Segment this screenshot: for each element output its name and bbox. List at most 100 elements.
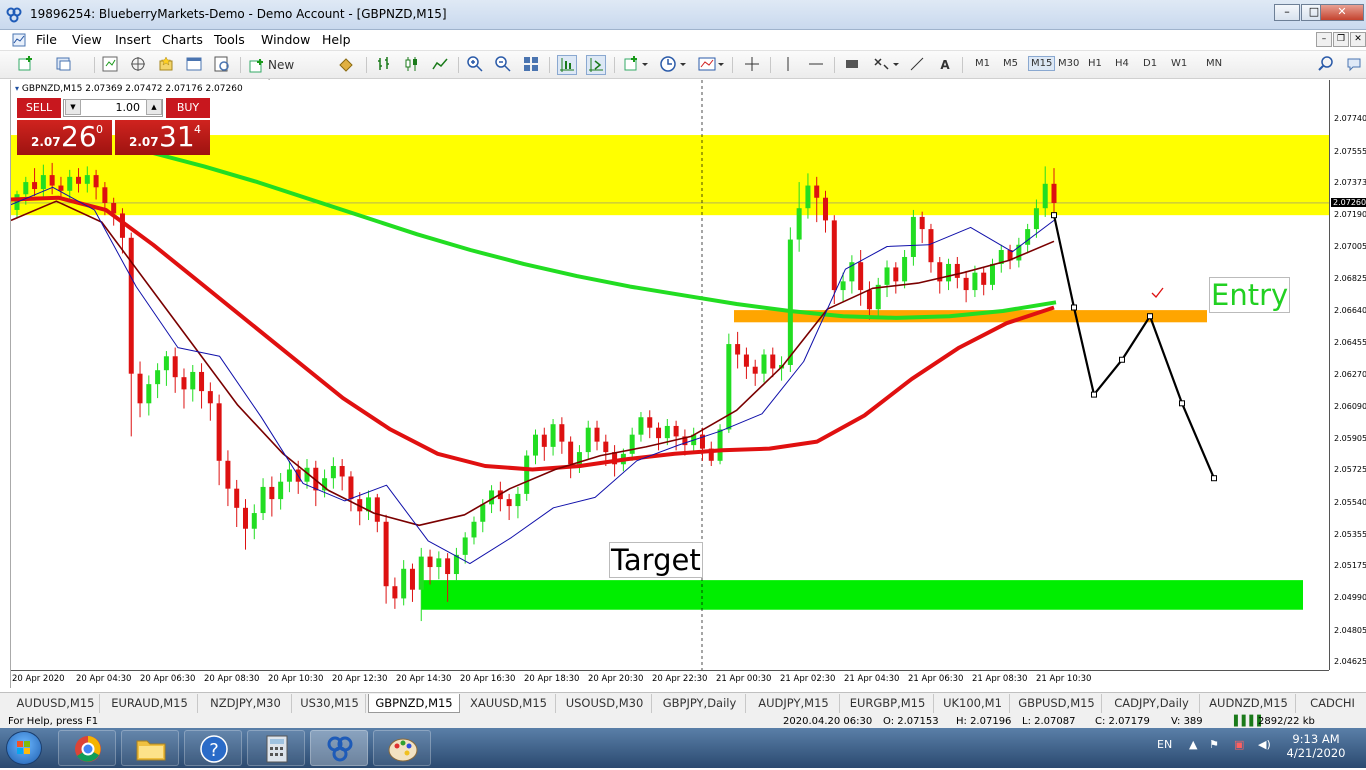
strategy-tester-icon[interactable] [212, 55, 232, 75]
horizontal-line-icon[interactable] [806, 55, 826, 75]
chart-tab[interactable]: US30,M15 [294, 694, 366, 713]
mdi-minimize-button[interactable]: – [1316, 32, 1332, 47]
chart-tab[interactable]: USOUSD,M30 [558, 694, 652, 713]
chrome-taskbar-icon[interactable] [58, 730, 116, 766]
entry-label[interactable]: Entry [1209, 277, 1291, 313]
chart-window[interactable]: ▾ GBPNZD,M15 2.07369 2.07472 2.07176 2.0… [10, 80, 1366, 688]
timeframe-m1[interactable]: M1 [975, 58, 990, 69]
chart-shift-icon[interactable] [557, 55, 577, 75]
paint-taskbar-icon[interactable] [373, 730, 431, 766]
action-center-flag-icon[interactable]: ⚑ [1209, 738, 1219, 751]
timeframe-w1[interactable]: W1 [1171, 58, 1187, 69]
menu-window[interactable]: Window [261, 32, 310, 47]
indicators-icon[interactable] [621, 55, 651, 75]
help-taskbar-icon[interactable]: ? [184, 730, 242, 766]
candle-body [506, 499, 512, 507]
chart-tab[interactable]: AUDJPY,M15 [748, 694, 840, 713]
time-tick-label: 20 Apr 14:30 [396, 674, 452, 684]
chart-tab[interactable]: GBPUSD,M15 [1012, 694, 1102, 713]
tile-windows-icon[interactable] [521, 55, 541, 75]
objects-icon[interactable] [870, 55, 902, 75]
chat-icon[interactable] [1344, 55, 1364, 75]
terminal-icon[interactable] [184, 55, 204, 75]
profiles-icon[interactable] [54, 55, 74, 75]
volume-icon[interactable]: ◀) [1258, 738, 1271, 751]
lot-decrease-icon[interactable]: ▼ [65, 99, 81, 115]
menu-help[interactable]: Help [322, 32, 351, 47]
price-chart[interactable] [11, 80, 1329, 670]
timeframe-mn[interactable]: MN [1206, 58, 1222, 69]
menu-charts[interactable]: Charts [162, 32, 203, 47]
chart-tab[interactable]: EURGBP,M15 [842, 694, 934, 713]
system-clock[interactable]: 9:13 AM 4/21/2020 [1284, 732, 1348, 760]
candle-body [893, 267, 899, 282]
chart-tab[interactable]: GBPJPY,Daily [654, 694, 746, 713]
navigator-icon[interactable] [128, 55, 148, 75]
chart-window-icon[interactable] [12, 33, 26, 47]
timeframe-d1[interactable]: D1 [1143, 58, 1157, 69]
menu-insert[interactable]: Insert [115, 32, 151, 47]
tray-expand-icon[interactable]: ▲ [1189, 738, 1197, 751]
favorites-icon[interactable] [156, 55, 176, 75]
timeframe-h4[interactable]: H4 [1115, 58, 1129, 69]
minimize-button[interactable]: – [1274, 4, 1300, 21]
candle-body [629, 434, 635, 454]
menu-file[interactable]: File [36, 32, 57, 47]
trendline-icon[interactable] [907, 55, 927, 75]
timeframe-h1[interactable]: H1 [1088, 58, 1102, 69]
close-button[interactable]: ✕ [1320, 4, 1364, 21]
text-icon[interactable]: A [935, 55, 955, 75]
menu-tools[interactable]: Tools [214, 32, 245, 47]
new-order-button[interactable]: New Order [249, 55, 331, 92]
mdi-close-button[interactable]: ✕ [1350, 32, 1366, 47]
zoom-in-icon[interactable] [465, 55, 485, 75]
candlestick-chart-icon[interactable] [402, 55, 422, 75]
bid-price-button[interactable]: 2.07 26 0 [17, 120, 112, 155]
chart-tab[interactable]: AUDNZD,M15 [1202, 694, 1296, 713]
templates-icon[interactable] [695, 55, 727, 75]
timeframe-m5[interactable]: M5 [1003, 58, 1018, 69]
calculator-taskbar-icon[interactable] [247, 730, 305, 766]
metatrader-taskbar-icon[interactable] [310, 730, 368, 766]
price-tick-label: 2.04625 [1334, 657, 1366, 666]
forecast-point [1119, 356, 1125, 363]
candle-body [190, 371, 196, 390]
time-axis[interactable]: 20 Apr 2020 20 Apr 04:30 20 Apr 06:30 20 Ap… [11, 670, 1329, 688]
menu-view[interactable]: View [72, 32, 102, 47]
candle-body [251, 513, 257, 529]
chart-tab[interactable]: EURAUD,M15 [102, 694, 198, 713]
chart-tab[interactable]: CADJPY,Daily [1104, 694, 1200, 713]
bar-chart-icon[interactable] [374, 55, 394, 75]
rectangle-icon[interactable] [842, 55, 862, 75]
vertical-line-icon[interactable] [778, 55, 798, 75]
zoom-out-icon[interactable] [493, 55, 513, 75]
chart-tab[interactable]: CADCHI [1298, 694, 1366, 713]
market-watch-icon[interactable] [100, 55, 120, 75]
chart-tab[interactable]: GBPNZD,M15 [368, 694, 460, 713]
mdi-restore-button[interactable]: ❐ [1333, 32, 1349, 47]
network-warning-icon[interactable]: ▣ [1234, 738, 1244, 751]
ma-mid-line [11, 195, 1055, 472]
autotrading-icon[interactable] [336, 55, 356, 75]
file-explorer-taskbar-icon[interactable] [121, 730, 179, 766]
lot-increase-icon[interactable]: ▲ [146, 99, 162, 115]
search-icon[interactable] [1316, 55, 1336, 75]
line-chart-icon[interactable] [430, 55, 450, 75]
start-button[interactable] [6, 731, 42, 765]
crosshair-icon[interactable] [742, 55, 762, 75]
price-axis[interactable]: 2.07740 2.07555 2.07373 2.07190 2.07005 2.068… [1329, 80, 1366, 670]
sell-button[interactable]: SELL [17, 98, 61, 118]
timeframe-m30[interactable]: M30 [1058, 58, 1079, 69]
chart-tab[interactable]: NZDJPY,M30 [200, 694, 292, 713]
language-indicator[interactable]: EN [1157, 738, 1172, 751]
chart-tab[interactable]: XAUUSD,M15 [462, 694, 556, 713]
ask-price-button[interactable]: 2.07 31 4 [115, 120, 210, 155]
periods-icon[interactable] [657, 55, 689, 75]
chart-tab[interactable]: UK100,M1 [936, 694, 1010, 713]
chart-tab[interactable]: AUDUSD,M15 [12, 694, 100, 713]
timeframe-m15[interactable]: M15 [1028, 56, 1056, 71]
buy-button[interactable]: BUY [166, 98, 210, 118]
new-chart-icon[interactable] [16, 55, 36, 75]
target-label[interactable]: Target [609, 542, 703, 578]
auto-scroll-icon[interactable] [586, 55, 606, 75]
